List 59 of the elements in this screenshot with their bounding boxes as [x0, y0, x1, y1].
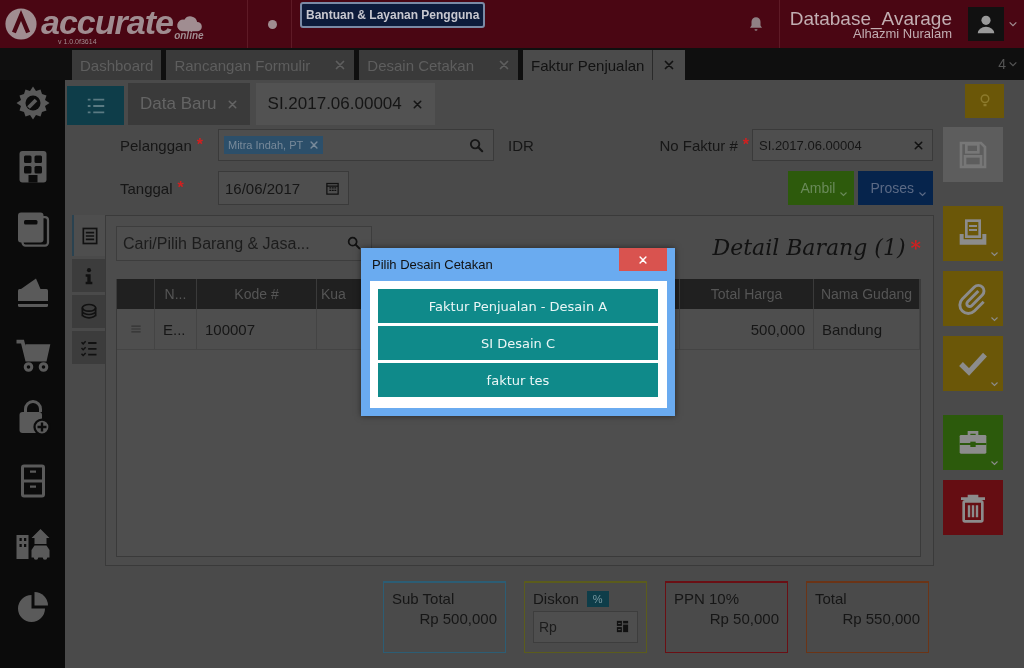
buildings-car-icon[interactable]: [14, 526, 51, 562]
design-option[interactable]: SI Desain C: [378, 326, 658, 360]
clear-icon: [913, 139, 924, 151]
design-option[interactable]: faktur tes: [378, 363, 658, 397]
cart-icon[interactable]: [14, 337, 51, 373]
trash-button[interactable]: [943, 480, 1003, 535]
caret-icon: [1008, 19, 1018, 29]
design-option[interactable]: Faktur Penjualan - Desain A: [378, 289, 658, 323]
person-icon: [975, 13, 997, 35]
table-cell: 100007: [197, 309, 317, 350]
search-icon: [346, 235, 362, 251]
required-mark: *: [910, 235, 921, 260]
settings-icon[interactable]: [14, 85, 51, 121]
action-button[interactable]: Ambil: [788, 171, 855, 205]
required-mark: *: [177, 179, 184, 197]
close-icon: [411, 98, 423, 110]
status-dot: [268, 19, 277, 29]
close-button[interactable]: [619, 248, 667, 271]
paperclip-button[interactable]: [943, 271, 1003, 326]
printer-button[interactable]: [943, 206, 1003, 261]
section-tab[interactable]: [72, 331, 105, 364]
section-tab[interactable]: [72, 215, 105, 256]
calendar-icon: [325, 180, 340, 196]
logo-icon: [4, 7, 38, 41]
list-view-button[interactable]: [67, 86, 124, 125]
calculator-icon: [615, 619, 630, 634]
caret-icon: [918, 190, 927, 198]
required-mark: *: [742, 136, 749, 154]
action-button[interactable]: Proses: [858, 171, 933, 205]
table-cell: 500,000: [680, 309, 814, 350]
customer-tag: Mitra Indah, PT: [224, 136, 324, 154]
table-cell: E...: [155, 309, 197, 350]
remove-icon: [309, 140, 320, 150]
help-button[interactable]: Bantuan & Layanan Pengguna: [300, 2, 486, 28]
caret-icon: [839, 190, 849, 198]
table-cell: Bandung: [814, 309, 920, 350]
save-button[interactable]: [943, 127, 1003, 182]
tab[interactable]: Faktur Penjualan: [523, 50, 686, 80]
date-field[interactable]: 16/06/2017: [218, 171, 349, 205]
required-mark: *: [196, 136, 203, 154]
dialog-title: Pilih Desain Cetakan: [372, 257, 493, 272]
tips-button[interactable]: [965, 84, 1004, 118]
logo-subtitle: online: [174, 29, 204, 41]
detail-title: Detail Barang (1): [712, 235, 906, 260]
close-icon: [638, 254, 648, 265]
customer-field[interactable]: Mitra Indah, PT: [218, 129, 494, 161]
database-name: Database_Avarage: [789, 8, 952, 28]
tab[interactable]: SI.2017.06.00004: [255, 83, 435, 125]
checkmark-button[interactable]: [943, 336, 1003, 391]
tab-count: 4: [998, 56, 1006, 72]
section-tab[interactable]: [72, 295, 105, 328]
caret-icon: [1008, 59, 1018, 69]
section-tab[interactable]: [72, 259, 105, 292]
close-icon: [226, 98, 238, 110]
percent-toggle[interactable]: %: [586, 590, 609, 607]
avatar-button[interactable]: [968, 7, 1004, 41]
invoice-number-field[interactable]: SI.2017.06.00004: [752, 129, 933, 161]
search-icon: [468, 136, 485, 154]
briefcase-button[interactable]: [943, 415, 1003, 470]
